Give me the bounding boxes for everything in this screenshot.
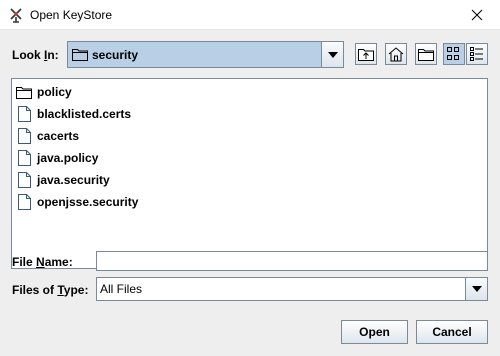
list-view-icon (447, 47, 459, 60)
list-item[interactable]: blacklisted.certs (16, 104, 131, 124)
files-of-type-value: All Files (100, 282, 143, 296)
file-name-input[interactable] (96, 251, 488, 271)
look-in-combo[interactable]: security (67, 41, 344, 68)
list-item[interactable]: openjsse.security (16, 192, 138, 212)
folder-icon (72, 47, 88, 64)
files-of-type-label: Files of Type: (12, 283, 89, 297)
list-item[interactable]: cacerts (16, 126, 79, 146)
file-icon (16, 172, 32, 188)
files-of-type-combo[interactable]: All Files (96, 277, 488, 301)
file-name: java.security (37, 173, 110, 187)
up-one-level-button[interactable] (355, 43, 377, 65)
file-icon (16, 194, 32, 210)
chevron-down-icon (471, 286, 482, 292)
file-name: cacerts (37, 129, 80, 143)
up-one-level-icon (358, 49, 374, 61)
file-name: policy (37, 85, 72, 99)
file-icon (16, 106, 32, 122)
look-in-label: Look In: (12, 48, 59, 62)
new-folder-icon (418, 49, 434, 61)
new-folder-button[interactable] (415, 43, 437, 65)
file-name: openjsse.security (37, 195, 139, 209)
chevron-down-icon (327, 51, 338, 58)
window-title: Open KeyStore (30, 8, 113, 22)
look-in-value: security (92, 48, 139, 62)
details-view-icon (470, 47, 483, 61)
file-name: java.policy (37, 151, 99, 165)
file-name-label: File Name: (12, 255, 73, 269)
look-in-dropdown-arrow[interactable] (321, 42, 343, 67)
folder-icon (16, 84, 32, 100)
list-item[interactable]: java.policy (16, 148, 98, 168)
file-list[interactable]: policy blacklisted.certs cacerts java.po… (11, 78, 488, 269)
details-view-button[interactable] (466, 43, 488, 65)
title-bar: Open KeyStore (0, 0, 500, 30)
cancel-button[interactable]: Cancel (416, 320, 488, 344)
file-icon (16, 128, 32, 144)
dialog-content: Look In: security policy blacklisted.cer… (0, 30, 500, 356)
list-item[interactable]: java.security (16, 170, 110, 190)
list-view-button[interactable] (443, 43, 465, 65)
file-name: blacklisted.certs (37, 107, 132, 121)
files-of-type-dropdown-arrow[interactable] (465, 278, 487, 300)
home-button[interactable] (385, 43, 407, 65)
list-item[interactable]: policy (16, 82, 72, 102)
open-button[interactable]: Open (341, 320, 408, 344)
home-icon (388, 46, 404, 61)
file-icon (16, 150, 32, 166)
close-icon (471, 9, 483, 21)
java-app-icon (8, 7, 24, 23)
close-button[interactable] (454, 0, 500, 30)
